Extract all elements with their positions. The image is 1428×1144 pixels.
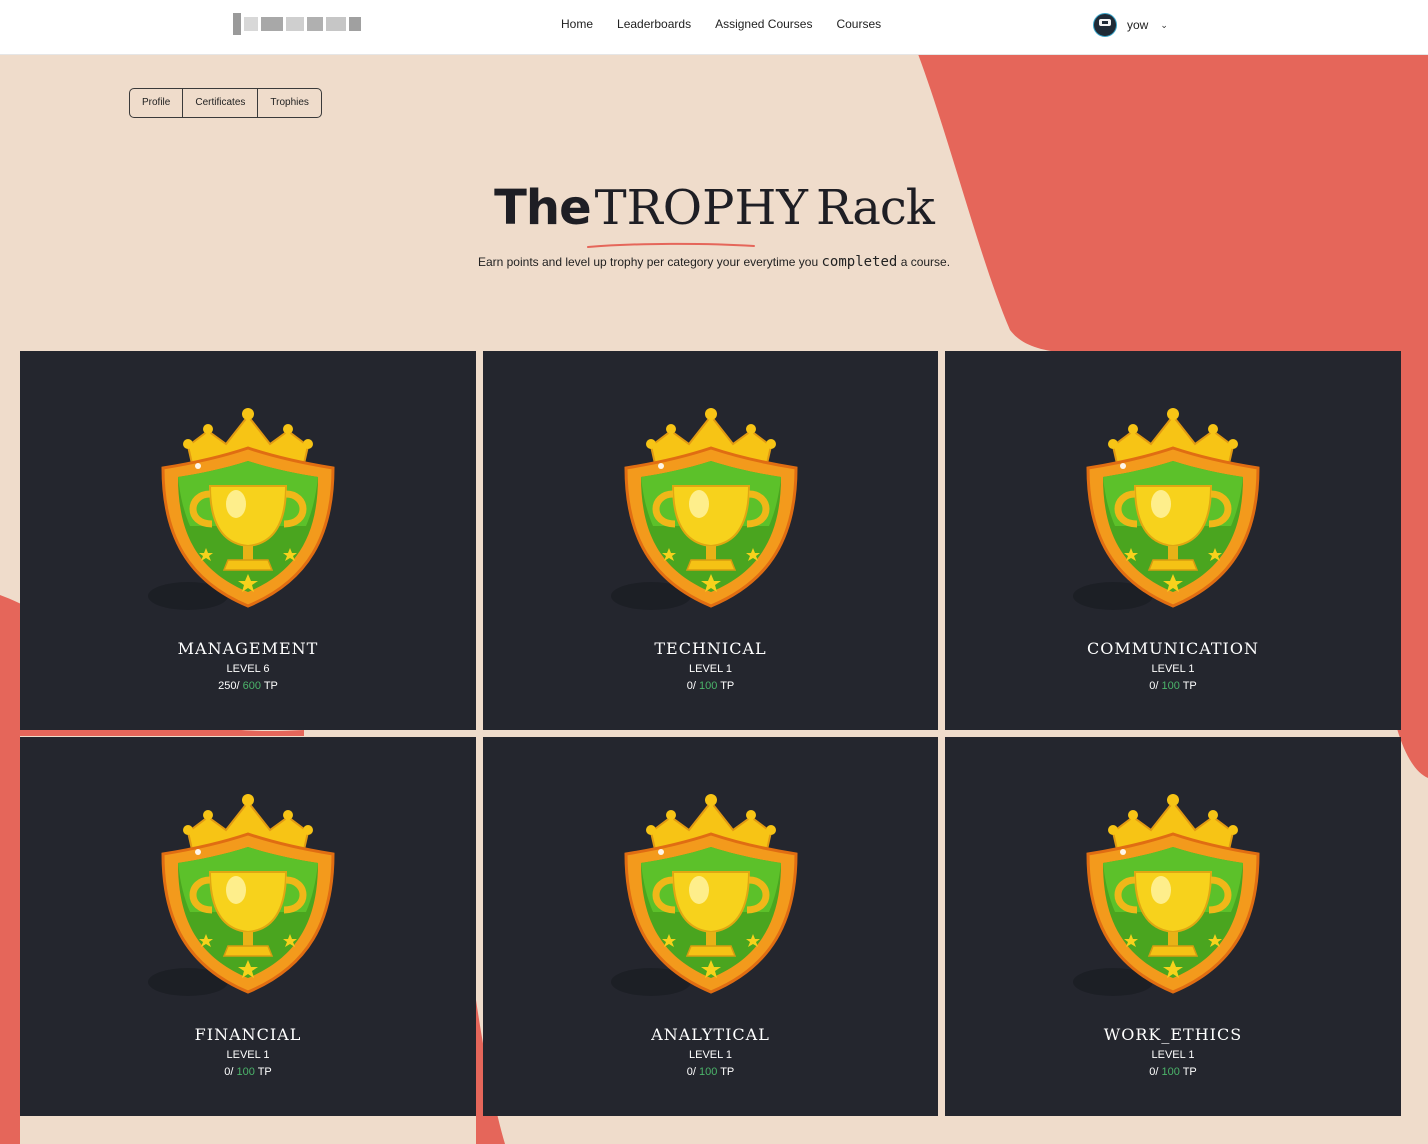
trophy-icon xyxy=(148,408,335,610)
tab-certificates[interactable]: Certificates xyxy=(183,89,259,117)
trophy-category: WORK_ETHICS xyxy=(1103,1025,1243,1044)
trophy-points-max: 100 xyxy=(236,1066,255,1078)
trophy-points: 0/ 100 TP xyxy=(483,680,938,692)
trophy-category: COMMUNICATION xyxy=(1087,639,1259,658)
hero-section: TheTROPHY Rack Earn points and level up t… xyxy=(0,180,1428,270)
trophy-card: COMMUNICATION LEVEL 1 0/ 100 TP xyxy=(945,351,1401,730)
trophy-card: FINANCIAL LEVEL 1 0/ 100 TP xyxy=(20,737,476,1116)
trophy-icon xyxy=(610,794,798,996)
trophy-level: LEVEL 1 xyxy=(688,663,732,675)
trophy-level: LEVEL 1 xyxy=(1151,663,1195,675)
subtitle-text: Earn points and level up trophy per cate… xyxy=(477,255,819,269)
nav-courses-link[interactable]: Courses xyxy=(836,17,881,31)
chevron-down-icon: ⌄ xyxy=(1160,19,1168,30)
nav-leaderboards-link[interactable]: Leaderboards xyxy=(617,17,691,31)
trophy-points: 0/ 100 TP xyxy=(20,1066,476,1078)
title-underline xyxy=(587,242,756,248)
nav-home-link[interactable]: Home xyxy=(561,17,593,31)
avatar xyxy=(1093,13,1117,37)
trophy-points: 0/ 100 TP xyxy=(945,680,1401,692)
trophy-category: MANAGEMENT xyxy=(177,639,319,658)
trophy-card: TECHNICAL LEVEL 1 0/ 100 TP xyxy=(483,351,938,730)
trophy-level: LEVEL 6 xyxy=(226,663,270,675)
trophy-points-current: 0/ xyxy=(224,1066,234,1078)
trophy-level: LEVEL 1 xyxy=(688,1049,732,1061)
trophy-icon xyxy=(1073,794,1260,996)
user-menu[interactable]: yow ⌄ xyxy=(1093,13,1168,37)
trophy-points-max: 600 xyxy=(242,680,261,692)
page-title: TheTROPHY Rack xyxy=(494,180,935,248)
trophy-points-max: 100 xyxy=(698,680,718,692)
tab-trophies[interactable]: Trophies xyxy=(258,89,321,117)
trophy-points-current: 250/ xyxy=(218,680,240,692)
subtitle-text-end: a course. xyxy=(900,255,951,269)
trophy-points: 0/ 100 TP xyxy=(945,1066,1401,1078)
trophy-level: LEVEL 1 xyxy=(1151,1049,1195,1061)
nav-assigned-courses-link[interactable]: Assigned Courses xyxy=(715,17,812,31)
subtitle-emphasis: completed xyxy=(821,254,898,270)
trophy-points-unit: TP xyxy=(720,1066,735,1078)
trophy-card: WORK_ETHICS LEVEL 1 0/ 100 TP xyxy=(945,737,1401,1116)
trophy-points-current: 0/ xyxy=(686,680,696,692)
trophy-category: TECHNICAL xyxy=(654,639,767,658)
top-navbar: Home Leaderboards Assigned Courses Cours… xyxy=(0,0,1428,55)
trophy-points-max: 100 xyxy=(698,1066,718,1078)
title-part-the: The xyxy=(494,180,591,236)
trophy-card: MANAGEMENT LEVEL 6 250/ 600 TP xyxy=(20,351,476,730)
trophy-icon xyxy=(610,408,798,610)
title-part-trophy: TROPHY xyxy=(594,180,808,236)
trophy-points-max: 100 xyxy=(1161,680,1180,692)
trophy-points-current: 0/ xyxy=(1149,1066,1159,1078)
trophy-points-unit: TP xyxy=(257,1066,272,1078)
trophy-category: ANALYTICAL xyxy=(651,1025,770,1044)
tab-profile[interactable]: Profile xyxy=(130,89,184,117)
trophy-grid: MANAGEMENT LEVEL 6 250/ 600 TP TECHNICAL… xyxy=(20,351,1401,1116)
profile-tabs: Profile Certificates Trophies xyxy=(129,88,322,118)
trophy-points-unit: TP xyxy=(1182,680,1197,692)
trophy-points: 250/ 600 TP xyxy=(20,680,476,692)
trophy-points-unit: TP xyxy=(720,680,735,692)
user-name: yow xyxy=(1127,18,1149,32)
title-part-rack: Rack xyxy=(816,180,935,236)
trophy-icon xyxy=(1073,408,1260,610)
main-nav: Home Leaderboards Assigned Courses Cours… xyxy=(561,17,881,31)
trophy-points-current: 0/ xyxy=(686,1066,696,1078)
trophy-points-unit: TP xyxy=(1182,1066,1197,1078)
trophy-card: ANALYTICAL LEVEL 1 0/ 100 TP xyxy=(483,737,938,1116)
brand-logo[interactable] xyxy=(233,11,363,37)
trophy-points-current: 0/ xyxy=(1149,680,1159,692)
trophy-points-max: 100 xyxy=(1161,1066,1180,1078)
trophy-level: LEVEL 1 xyxy=(226,1049,270,1061)
trophy-icon xyxy=(148,794,335,996)
trophy-category: FINANCIAL xyxy=(194,1025,302,1044)
trophy-points-unit: TP xyxy=(263,680,278,692)
trophy-points: 0/ 100 TP xyxy=(483,1066,938,1078)
page-subtitle: Earn points and level up trophy per cate… xyxy=(0,254,1428,270)
